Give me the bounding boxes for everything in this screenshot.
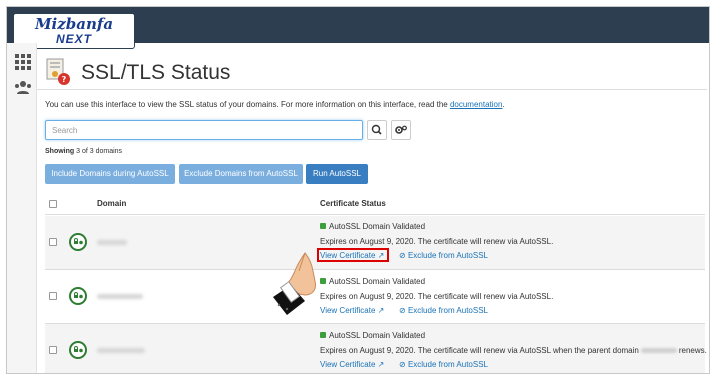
- showing-text: 3 of 3 domains: [74, 148, 123, 155]
- exclude-domains-button[interactable]: Exclude Domains from AutoSSL: [179, 164, 303, 184]
- table-row: AutoSSL Domain Validated Expires on Augu…: [45, 216, 705, 270]
- domain-name-redacted: [97, 240, 127, 245]
- search-icon: [371, 124, 382, 135]
- expiry-text: Expires on August 9, 2020. The certifica…: [320, 292, 554, 301]
- validation-status-text: AutoSSL Domain Validated: [329, 277, 426, 286]
- view-certificate-link[interactable]: View Certificate ↗: [320, 251, 384, 260]
- svg-text:?: ?: [62, 75, 67, 84]
- documentation-link[interactable]: documentation: [450, 100, 502, 109]
- showing-prefix: Showing: [45, 148, 75, 155]
- include-domains-button[interactable]: Include Domains during AutoSSL: [45, 164, 175, 184]
- sidebar: [7, 43, 37, 373]
- table-row: AutoSSL Domain Validated Expires on Augu…: [45, 324, 707, 373]
- view-certificate-label: View Certificate: [320, 360, 376, 369]
- exclude-autossl-label: Exclude from AutoSSL: [407, 360, 488, 369]
- ban-icon: ⊘: [399, 306, 406, 315]
- exclude-autossl-link[interactable]: ⊘ Exclude from AutoSSL: [399, 251, 488, 260]
- validation-status: AutoSSL Domain Validated: [320, 277, 425, 286]
- expiry-text: Expires on August 9, 2020. The certifica…: [320, 237, 554, 246]
- status-column-header: Certificate Status: [320, 199, 386, 208]
- lock-icon: [320, 223, 326, 229]
- gears-icon: [395, 125, 407, 134]
- search-input[interactable]: Search: [45, 120, 363, 140]
- view-certificate-link[interactable]: View Certificate ↗: [320, 306, 384, 315]
- brand-logo-name: Mizbanfa: [34, 15, 114, 33]
- exclude-autossl-label: Exclude from AutoSSL: [407, 251, 488, 260]
- intro-text-body: You can use this interface to view the S…: [45, 100, 450, 109]
- ban-icon: ⊘: [399, 251, 406, 260]
- expiry-text-part1: Expires on August 9, 2020. The certifica…: [320, 346, 639, 355]
- lock-icon: [320, 332, 326, 338]
- exclude-autossl-link[interactable]: ⊘ Exclude from AutoSSL: [399, 360, 488, 369]
- search-button[interactable]: [367, 120, 387, 140]
- intro-text: You can use this interface to view the S…: [45, 100, 505, 109]
- ssl-status-icon: [69, 287, 87, 305]
- intro-text-end: .: [502, 100, 505, 109]
- external-link-icon: ↗: [377, 251, 385, 260]
- title-divider: [37, 89, 707, 90]
- domain-name-redacted: [97, 348, 145, 353]
- page-title: SSL/TLS Status: [81, 61, 231, 84]
- validation-status: AutoSSL Domain Validated: [320, 331, 425, 340]
- pointing-hand-icon: [273, 252, 316, 315]
- domain-name-redacted: [97, 294, 143, 299]
- row-checkbox[interactable]: [49, 346, 57, 354]
- row-checkbox[interactable]: [49, 238, 57, 246]
- ssl-status-icon: [69, 233, 87, 251]
- ssl-certificate-icon: ?: [46, 58, 70, 85]
- row-checkbox[interactable]: [49, 292, 57, 300]
- select-all-checkbox[interactable]: [49, 200, 57, 208]
- expiry-text: Expires on August 9, 2020. The certifica…: [320, 346, 707, 355]
- apps-grid-icon[interactable]: [14, 53, 32, 71]
- browser-frame: Mizbanfa NEXT ? SSL/TLS Status You can u…: [6, 6, 710, 374]
- main-content: ? SSL/TLS Status You can use this interf…: [37, 43, 707, 373]
- validation-status: AutoSSL Domain Validated: [320, 222, 425, 231]
- expiry-text-part2: renews.: [678, 346, 707, 355]
- table-header: Domain Certificate Status: [45, 193, 705, 215]
- external-link-icon: ↗: [377, 360, 385, 369]
- table-row: AutoSSL Domain Validated Expires on Augu…: [45, 270, 705, 324]
- validation-status-text: AutoSSL Domain Validated: [329, 222, 426, 231]
- exclude-autossl-label: Exclude from AutoSSL: [407, 306, 488, 315]
- run-autossl-button[interactable]: Run AutoSSL: [306, 164, 368, 184]
- parent-domain-redacted: [640, 348, 677, 354]
- settings-button[interactable]: [391, 120, 411, 140]
- view-certificate-link[interactable]: View Certificate ↗: [320, 360, 384, 369]
- ban-icon: ⊘: [399, 360, 406, 369]
- users-icon[interactable]: [14, 79, 32, 97]
- exclude-autossl-link[interactable]: ⊘ Exclude from AutoSSL: [399, 306, 488, 315]
- external-link-icon: ↗: [377, 306, 385, 315]
- validation-status-text: AutoSSL Domain Validated: [329, 331, 426, 340]
- showing-count: Showing 3 of 3 domains: [45, 148, 122, 155]
- domain-column-header: Domain: [97, 199, 127, 208]
- ssl-status-icon: [69, 341, 87, 359]
